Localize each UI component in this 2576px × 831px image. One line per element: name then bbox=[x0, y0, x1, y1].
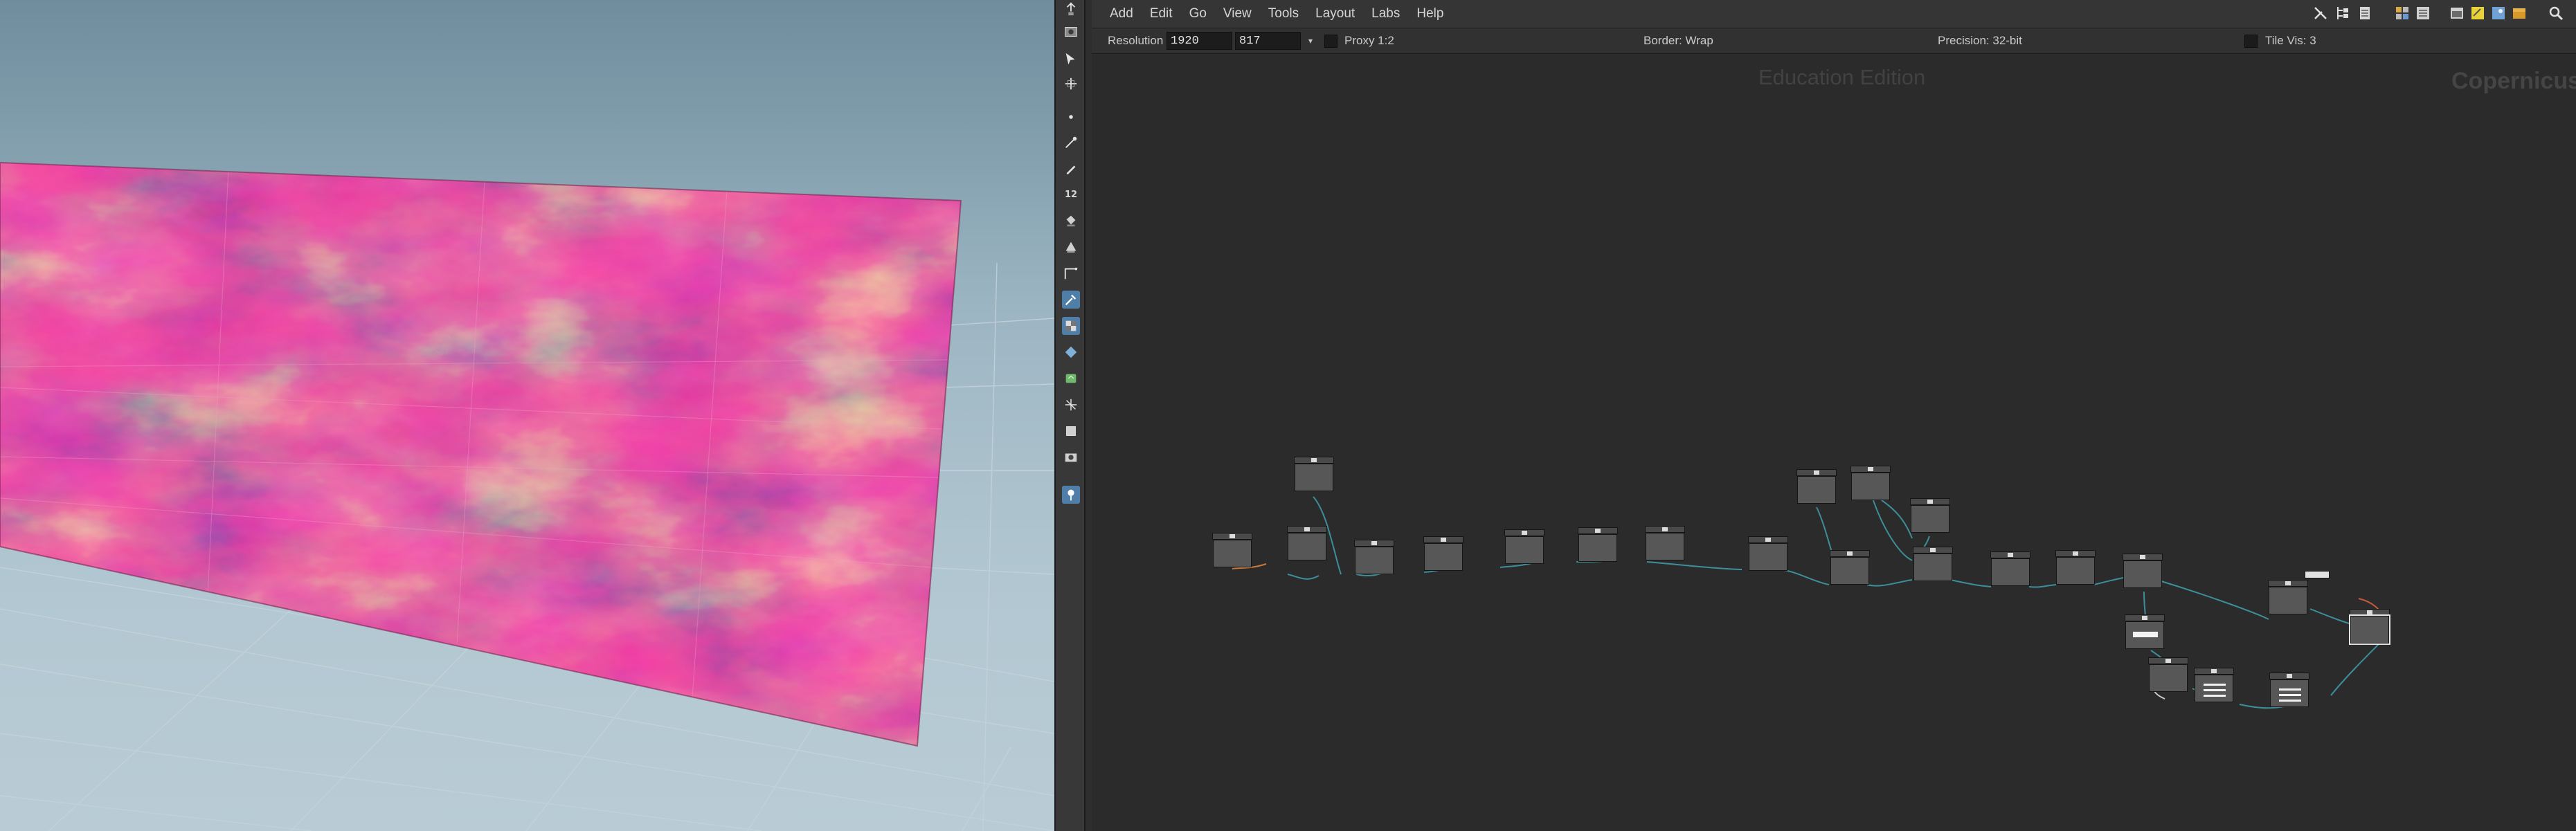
paint-icon[interactable] bbox=[1062, 238, 1080, 256]
node-pink-3[interactable] bbox=[1748, 536, 1788, 574]
pen-icon[interactable] bbox=[1062, 160, 1080, 178]
viewport-scene bbox=[0, 138, 1054, 831]
checker-icon[interactable] bbox=[1062, 317, 1080, 335]
node-grey-1[interactable] bbox=[1287, 526, 1327, 563]
bucket-icon[interactable] bbox=[1062, 212, 1080, 230]
node-pink-6[interactable] bbox=[1990, 551, 2030, 589]
node-lines-2[interactable] bbox=[2269, 673, 2309, 710]
frame-icon[interactable] bbox=[1062, 422, 1080, 440]
node-pink-2[interactable] bbox=[1645, 526, 1685, 563]
texture-plane[interactable] bbox=[0, 138, 969, 761]
network-editor[interactable]: Add Edit Go View Tools Layout Labs Help bbox=[1092, 0, 2576, 831]
node-output[interactable] bbox=[2349, 609, 2390, 646]
wand-icon[interactable] bbox=[1062, 396, 1080, 414]
sphere-icon[interactable] bbox=[1062, 343, 1080, 361]
eyedropper-icon[interactable] bbox=[1062, 291, 1080, 309]
node-grey-2[interactable] bbox=[1354, 540, 1394, 577]
tool-shelf: 12 bbox=[1054, 0, 1086, 831]
number-icon[interactable]: 12 bbox=[1062, 185, 1080, 203]
node-grey-3[interactable] bbox=[1423, 536, 1463, 574]
node-radial[interactable] bbox=[1910, 498, 1950, 536]
node-lines-1[interactable] bbox=[2194, 668, 2234, 705]
node-pink-5[interactable] bbox=[1913, 547, 1953, 584]
node-pink-9[interactable] bbox=[2268, 580, 2308, 617]
node-wires bbox=[1232, 491, 2384, 709]
node-pink-4[interactable] bbox=[1830, 550, 1870, 587]
curve-icon[interactable] bbox=[1062, 264, 1080, 282]
globe-icon[interactable] bbox=[1062, 369, 1080, 387]
node-trace[interactable] bbox=[1294, 457, 1334, 494]
import-node[interactable] bbox=[2305, 571, 2330, 578]
number-icon-text: 12 bbox=[1064, 189, 1078, 200]
handle-tool-icon[interactable] bbox=[1062, 0, 1080, 18]
pin-icon[interactable] bbox=[1062, 486, 1080, 504]
node-pink-8[interactable] bbox=[2123, 554, 2163, 591]
node-noise[interactable] bbox=[1212, 533, 1252, 570]
brush-icon[interactable] bbox=[1062, 134, 1080, 152]
node-pink-7[interactable] bbox=[2055, 550, 2096, 587]
node-bar[interactable] bbox=[2125, 614, 2165, 652]
transform-tool-icon[interactable] bbox=[1062, 75, 1080, 93]
node-dark[interactable] bbox=[1504, 529, 1544, 567]
node-diag[interactable] bbox=[2148, 657, 2188, 695]
camera-icon[interactable] bbox=[1062, 448, 1080, 466]
point-icon[interactable] bbox=[1062, 108, 1080, 126]
select-tool-icon[interactable] bbox=[1062, 50, 1080, 68]
scene-viewport[interactable] bbox=[0, 0, 1054, 831]
view-tool-icon[interactable] bbox=[1062, 23, 1080, 41]
node-orange[interactable] bbox=[1796, 469, 1837, 506]
node-pink-1[interactable] bbox=[1578, 527, 1618, 565]
node-white[interactable] bbox=[1850, 466, 1891, 503]
